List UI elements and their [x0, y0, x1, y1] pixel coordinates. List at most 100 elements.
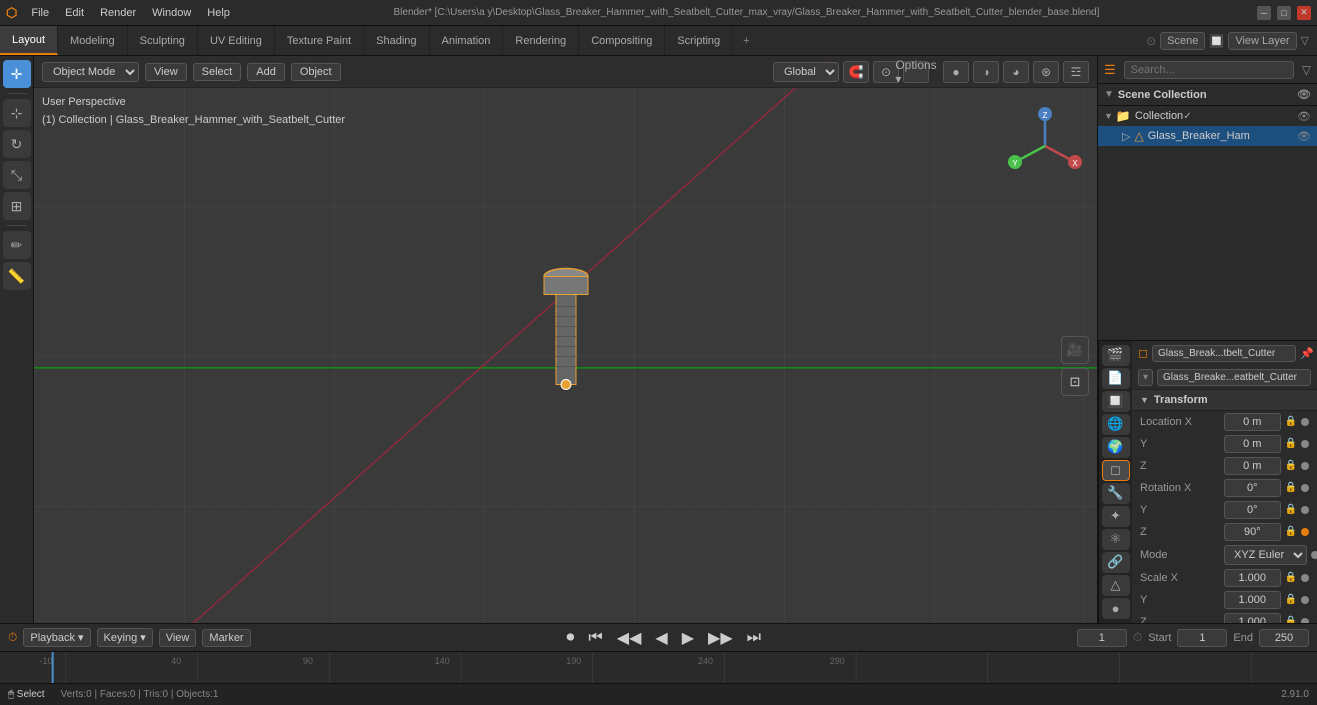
mode-keyframe-dot[interactable] — [1311, 551, 1317, 559]
jump-end-button[interactable]: ⏭ — [743, 629, 765, 647]
prev-keyframe-button[interactable]: ◀◀ — [613, 628, 646, 648]
viewport-xray-button[interactable]: ☲ — [1063, 61, 1089, 83]
location-z-keyframe-dot[interactable] — [1301, 462, 1309, 470]
object-mode-select[interactable]: Object Mode — [42, 62, 139, 82]
measure-tool-button[interactable]: 📏 — [3, 262, 31, 290]
view-menu-button[interactable]: View — [145, 63, 187, 81]
menu-help[interactable]: Help — [201, 5, 236, 21]
maximize-button[interactable]: □ — [1277, 6, 1291, 20]
rotation-z-lock[interactable]: 🔒 — [1285, 526, 1297, 537]
scale-y-lock[interactable]: 🔒 — [1285, 594, 1297, 605]
snap-icon[interactable]: 🧲 — [843, 61, 869, 83]
rotation-x-input[interactable]: 0° — [1224, 479, 1281, 497]
scene-selector[interactable]: Scene — [1160, 32, 1205, 50]
add-workspace-button[interactable]: + — [733, 26, 759, 55]
rotation-y-input[interactable]: 0° — [1224, 501, 1281, 519]
rotation-mode-select[interactable]: XYZ Euler — [1224, 545, 1307, 565]
rotate-tool-button[interactable]: ↻ — [3, 130, 31, 158]
tab-uv-editing[interactable]: UV Editing — [198, 26, 275, 55]
blender-logo[interactable]: ⬡ — [6, 5, 17, 21]
move-tool-button[interactable]: ⊹ — [3, 99, 31, 127]
rotation-x-lock[interactable]: 🔒 — [1285, 482, 1297, 493]
playback-button[interactable]: Playback ▾ — [23, 628, 90, 647]
location-y-lock[interactable]: 🔒 — [1285, 438, 1297, 449]
viewlayer-selector[interactable]: View Layer — [1228, 32, 1296, 50]
jump-start-button[interactable]: ⏮ — [584, 629, 606, 647]
rotation-z-keyframe-dot[interactable] — [1301, 528, 1309, 536]
end-frame-input[interactable] — [1259, 629, 1309, 647]
data-type-select[interactable]: ▾ — [1138, 369, 1153, 386]
play-reverse-button[interactable]: ◀ — [651, 628, 671, 648]
location-x-keyframe-dot[interactable] — [1301, 418, 1309, 426]
viewport-shading-rendered[interactable]: ◕ — [1003, 61, 1029, 83]
scale-z-lock[interactable]: 🔒 — [1285, 616, 1297, 623]
modifier-props-button[interactable]: 🔧 — [1102, 483, 1130, 504]
rotation-x-keyframe-dot[interactable] — [1301, 484, 1309, 492]
scene-props-button[interactable]: 🌐 — [1102, 414, 1130, 435]
scale-y-input[interactable]: 1.000 — [1224, 591, 1281, 609]
tab-compositing[interactable]: Compositing — [579, 26, 665, 55]
collection-eye-icon[interactable]: 👁 — [1297, 110, 1311, 123]
annotate-tool-button[interactable]: ✏ — [3, 231, 31, 259]
location-y-input[interactable]: 0 m — [1224, 435, 1281, 453]
rotation-z-input[interactable]: 90° — [1224, 523, 1281, 541]
collection-check-icon[interactable]: ✓ — [1183, 111, 1191, 122]
tab-animation[interactable]: Animation — [430, 26, 504, 55]
object-props-button[interactable]: ◻ — [1102, 460, 1130, 481]
outliner-filter-icon[interactable]: ▽ — [1302, 63, 1311, 77]
pivot-select[interactable]: Global — [773, 62, 839, 82]
viewport-shading-material[interactable]: ◑ — [973, 61, 999, 83]
play-button[interactable]: ▶ — [678, 628, 698, 648]
location-y-keyframe-dot[interactable] — [1301, 440, 1309, 448]
record-button[interactable]: ⏺ — [562, 629, 578, 647]
visibility-icon[interactable]: 👁 — [1297, 88, 1311, 101]
menu-file[interactable]: File — [25, 5, 55, 21]
timeline-track[interactable]: -10 40 90 140 190 240 290 — [0, 652, 1317, 683]
tab-layout[interactable]: Layout — [0, 26, 58, 55]
render-props-button[interactable]: 🎬 — [1102, 345, 1130, 366]
start-frame-input[interactable] — [1177, 629, 1227, 647]
material-props-button[interactable]: ● — [1102, 598, 1130, 619]
axis-gizmo[interactable]: Z X Y — [1005, 106, 1085, 186]
object-eye-icon[interactable]: 👁 — [1297, 130, 1311, 143]
add-menu-button[interactable]: Add — [247, 63, 285, 81]
view-button[interactable]: View — [159, 629, 197, 647]
orthographic-button[interactable]: ⊡ — [1061, 368, 1089, 396]
world-props-button[interactable]: 🌍 — [1102, 437, 1130, 458]
transform-section-header[interactable]: ▼ Transform — [1132, 389, 1317, 411]
tab-modeling[interactable]: Modeling — [58, 26, 128, 55]
particles-props-button[interactable]: ✦ — [1102, 506, 1130, 527]
menu-render[interactable]: Render — [94, 5, 142, 21]
collection-item-object[interactable]: ▷ △ Glass_Breaker_Ham 👁 — [1098, 126, 1317, 146]
menu-edit[interactable]: Edit — [59, 5, 90, 21]
tab-shading[interactable]: Shading — [364, 26, 429, 55]
filter-icon[interactable]: ▽ — [1301, 34, 1309, 47]
collection-tree[interactable]: ▼ 📁 Collection ✓ 👁 ▷ △ Glass_Breaker_Ham… — [1098, 106, 1317, 340]
physics-props-button[interactable]: ⚛ — [1102, 529, 1130, 550]
object-menu-button[interactable]: Object — [291, 63, 341, 81]
output-props-button[interactable]: 📄 — [1102, 368, 1130, 389]
select-menu-button[interactable]: Select — [193, 63, 242, 81]
viewport[interactable]: Object Mode View Select Add Object Globa… — [34, 56, 1097, 623]
close-button[interactable]: ✕ — [1297, 6, 1311, 20]
scale-x-lock[interactable]: 🔒 — [1285, 572, 1297, 583]
location-z-input[interactable]: 0 m — [1224, 457, 1281, 475]
cursor-tool-button[interactable]: ✛ — [3, 60, 31, 88]
tab-sculpting[interactable]: Sculpting — [128, 26, 198, 55]
next-keyframe-button[interactable]: ▶▶ — [704, 628, 737, 648]
scale-x-input[interactable]: 1.000 — [1224, 569, 1281, 587]
pin-icon[interactable]: 📌 — [1300, 347, 1314, 360]
constraints-props-button[interactable]: 🔗 — [1102, 552, 1130, 573]
view-layer-props-button[interactable]: 🔲 — [1102, 391, 1130, 412]
viewport-shading-solid[interactable]: ● — [943, 61, 969, 83]
scale-tool-button[interactable]: ⤡ — [3, 161, 31, 189]
scale-x-keyframe-dot[interactable] — [1301, 574, 1309, 582]
keying-button[interactable]: Keying ▾ — [97, 628, 153, 647]
location-x-lock[interactable]: 🔒 — [1285, 416, 1297, 427]
location-z-lock[interactable]: 🔒 — [1285, 460, 1297, 471]
menu-window[interactable]: Window — [146, 5, 197, 21]
camera-view-button[interactable]: 🎥 — [1061, 336, 1089, 364]
outliner-search[interactable] — [1124, 61, 1294, 79]
current-frame-input[interactable] — [1077, 629, 1127, 647]
object-name-input[interactable] — [1152, 345, 1296, 362]
